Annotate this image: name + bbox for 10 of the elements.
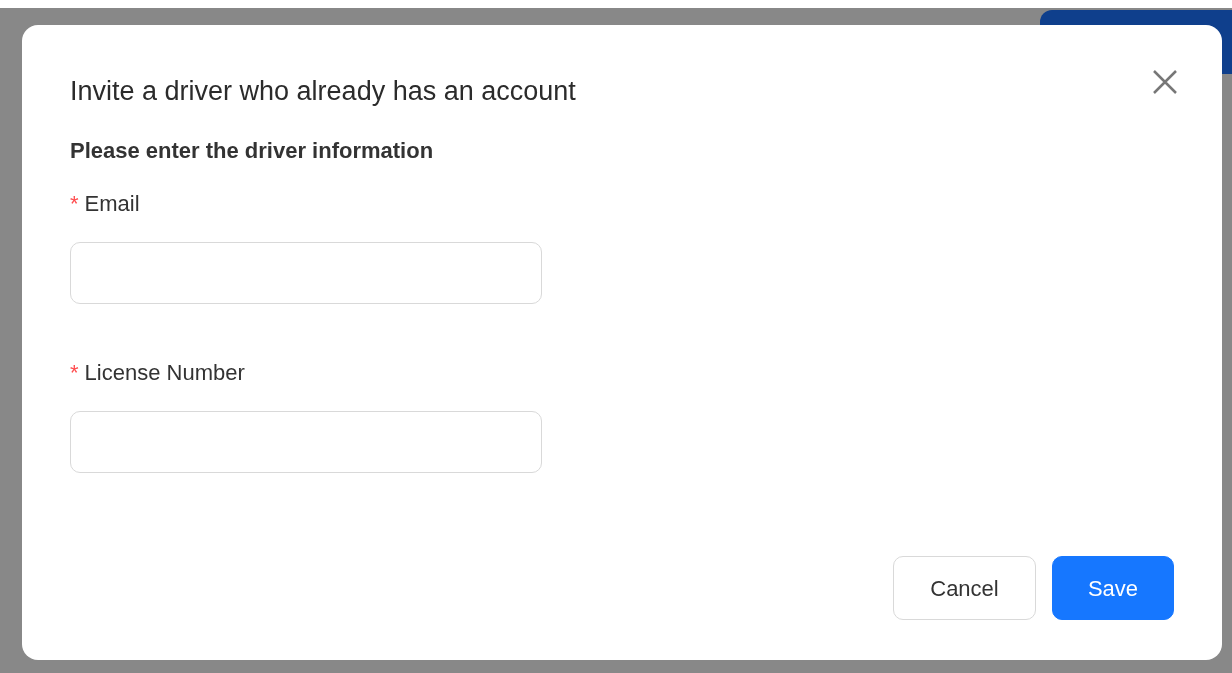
save-button[interactable]: Save (1052, 556, 1174, 620)
input-field[interactable] (70, 241, 542, 304)
dialog-title: Invite a driver who already has an account (70, 75, 576, 108)
field-label: License Number (84, 358, 245, 387)
field-label: Email (84, 189, 140, 218)
cancel-button[interactable]: Cancel (893, 556, 1036, 620)
required-marker: * (70, 189, 79, 218)
input-field[interactable] (70, 410, 542, 473)
required-marker: * (70, 358, 79, 387)
form-subtitle: Please enter the driver information (70, 136, 435, 165)
